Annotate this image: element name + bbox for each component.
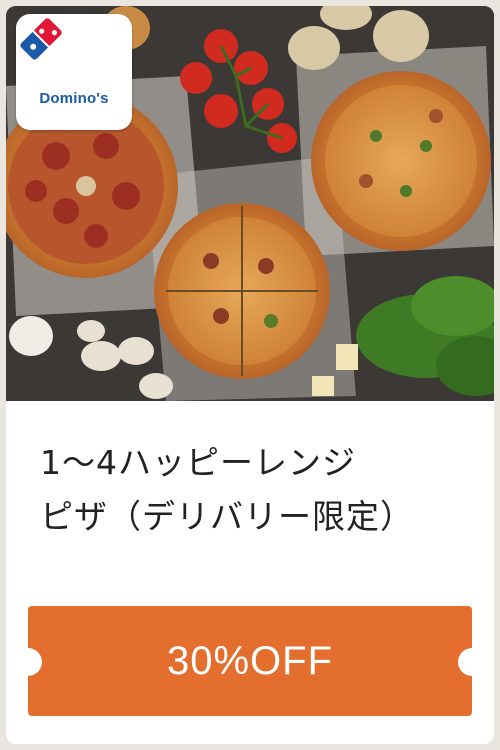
offer-title-line2: ピザ（デリバリー限定）: [40, 497, 414, 536]
offer-title-line1: 1～4ハッピーレンジ: [40, 443, 356, 482]
coupon-card[interactable]: Domino's 1～4ハッピーレンジ ピザ（デリバリー限定） 30%OFF: [6, 6, 494, 744]
dominos-logo: Domino's: [16, 14, 132, 130]
logo-text: Domino's: [39, 90, 109, 107]
dominos-domino-icon: [20, 18, 62, 60]
hero-image-pizzas: Domino's: [6, 6, 494, 401]
discount-coupon-button[interactable]: 30%OFF: [14, 606, 486, 716]
offer-title: 1～4ハッピーレンジ ピザ（デリバリー限定）: [40, 436, 470, 544]
discount-label: 30%OFF: [166, 639, 334, 683]
